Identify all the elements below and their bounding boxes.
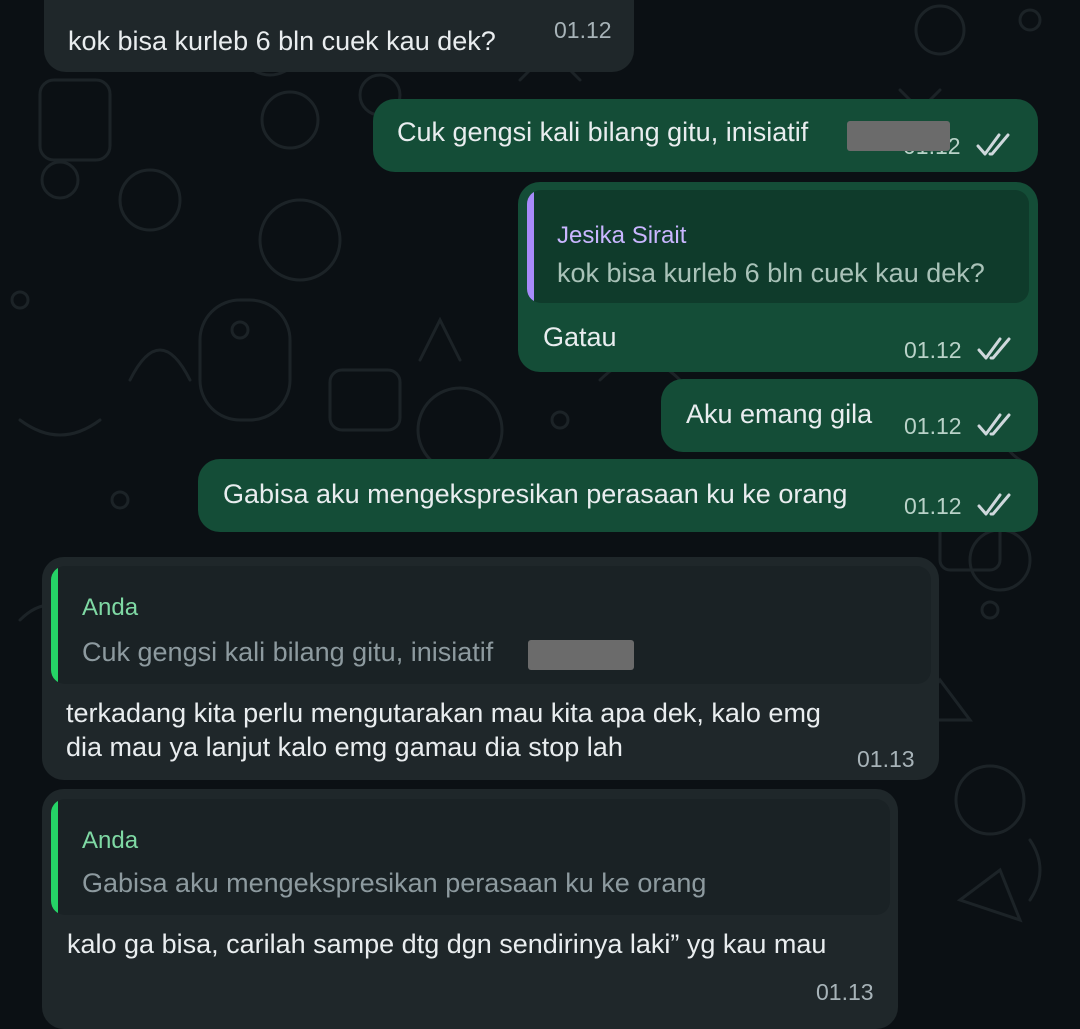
double-check-icon bbox=[977, 493, 1011, 516]
message-time: 01.13 bbox=[816, 979, 874, 1005]
message-outgoing[interactable]: Aku emang gila 01.12 bbox=[661, 379, 1038, 452]
quote-bar bbox=[527, 190, 534, 303]
message-text-line: terkadang kita perlu mengutarakan mau ki… bbox=[66, 698, 821, 728]
message-text: Gatau bbox=[543, 322, 617, 352]
quote-sender: Anda bbox=[82, 594, 139, 621]
reply-quote[interactable]: Jesika Sirait kok bisa kurleb 6 bln cuek… bbox=[527, 190, 1029, 303]
message-text: Gabisa aku mengekspresikan perasaan ku k… bbox=[223, 479, 848, 509]
message-text-line: dia mau ya lanjut kalo emg gamau dia sto… bbox=[66, 732, 623, 762]
reply-quote[interactable]: Anda Gabisa aku mengekspresikan perasaan… bbox=[51, 799, 890, 915]
quote-text: kok bisa kurleb 6 bln cuek kau dek? bbox=[557, 258, 985, 288]
quote-bar bbox=[51, 799, 58, 915]
double-check-icon bbox=[977, 413, 1011, 436]
redaction-block bbox=[847, 121, 950, 151]
quote-bar bbox=[51, 566, 58, 684]
message-incoming-reply[interactable]: Anda Gabisa aku mengekspresikan perasaan… bbox=[42, 789, 898, 1029]
message-time: 01.12 bbox=[554, 17, 612, 43]
reply-quote[interactable]: Anda Cuk gengsi kali bilang gitu, inisia… bbox=[51, 566, 931, 684]
quote-text: Cuk gengsi kali bilang gitu, inisiatif bbox=[82, 637, 494, 667]
quote-text: Gabisa aku mengekspresikan perasaan ku k… bbox=[82, 868, 707, 898]
message-text: Cuk gengsi kali bilang gitu, inisiatif bbox=[397, 117, 809, 147]
message-text: kok bisa kurleb 6 bln cuek kau dek? bbox=[68, 26, 496, 56]
message-incoming-reply[interactable]: Anda Cuk gengsi kali bilang gitu, inisia… bbox=[42, 557, 939, 780]
quote-sender: Anda bbox=[82, 827, 139, 854]
message-outgoing[interactable]: Cuk gengsi kali bilang gitu, inisiatif 0… bbox=[373, 99, 1038, 172]
double-check-icon bbox=[977, 337, 1011, 360]
message-time: 01.12 bbox=[904, 337, 962, 363]
message-text: kalo ga bisa, carilah sampe dtg dgn send… bbox=[67, 929, 827, 959]
message-outgoing-reply[interactable]: Jesika Sirait kok bisa kurleb 6 bln cuek… bbox=[518, 182, 1038, 372]
message-time: 01.12 bbox=[904, 413, 962, 439]
message-incoming[interactable]: kok bisa kurleb 6 bln cuek kau dek? 01.1… bbox=[44, 0, 634, 72]
message-text: Aku emang gila bbox=[686, 399, 873, 429]
message-outgoing[interactable]: Gabisa aku mengekspresikan perasaan ku k… bbox=[198, 459, 1038, 532]
quote-sender: Jesika Sirait bbox=[557, 222, 687, 249]
message-time: 01.13 bbox=[857, 746, 915, 772]
message-time: 01.12 bbox=[904, 493, 962, 519]
redaction-block bbox=[528, 640, 634, 670]
double-check-icon bbox=[976, 133, 1010, 156]
